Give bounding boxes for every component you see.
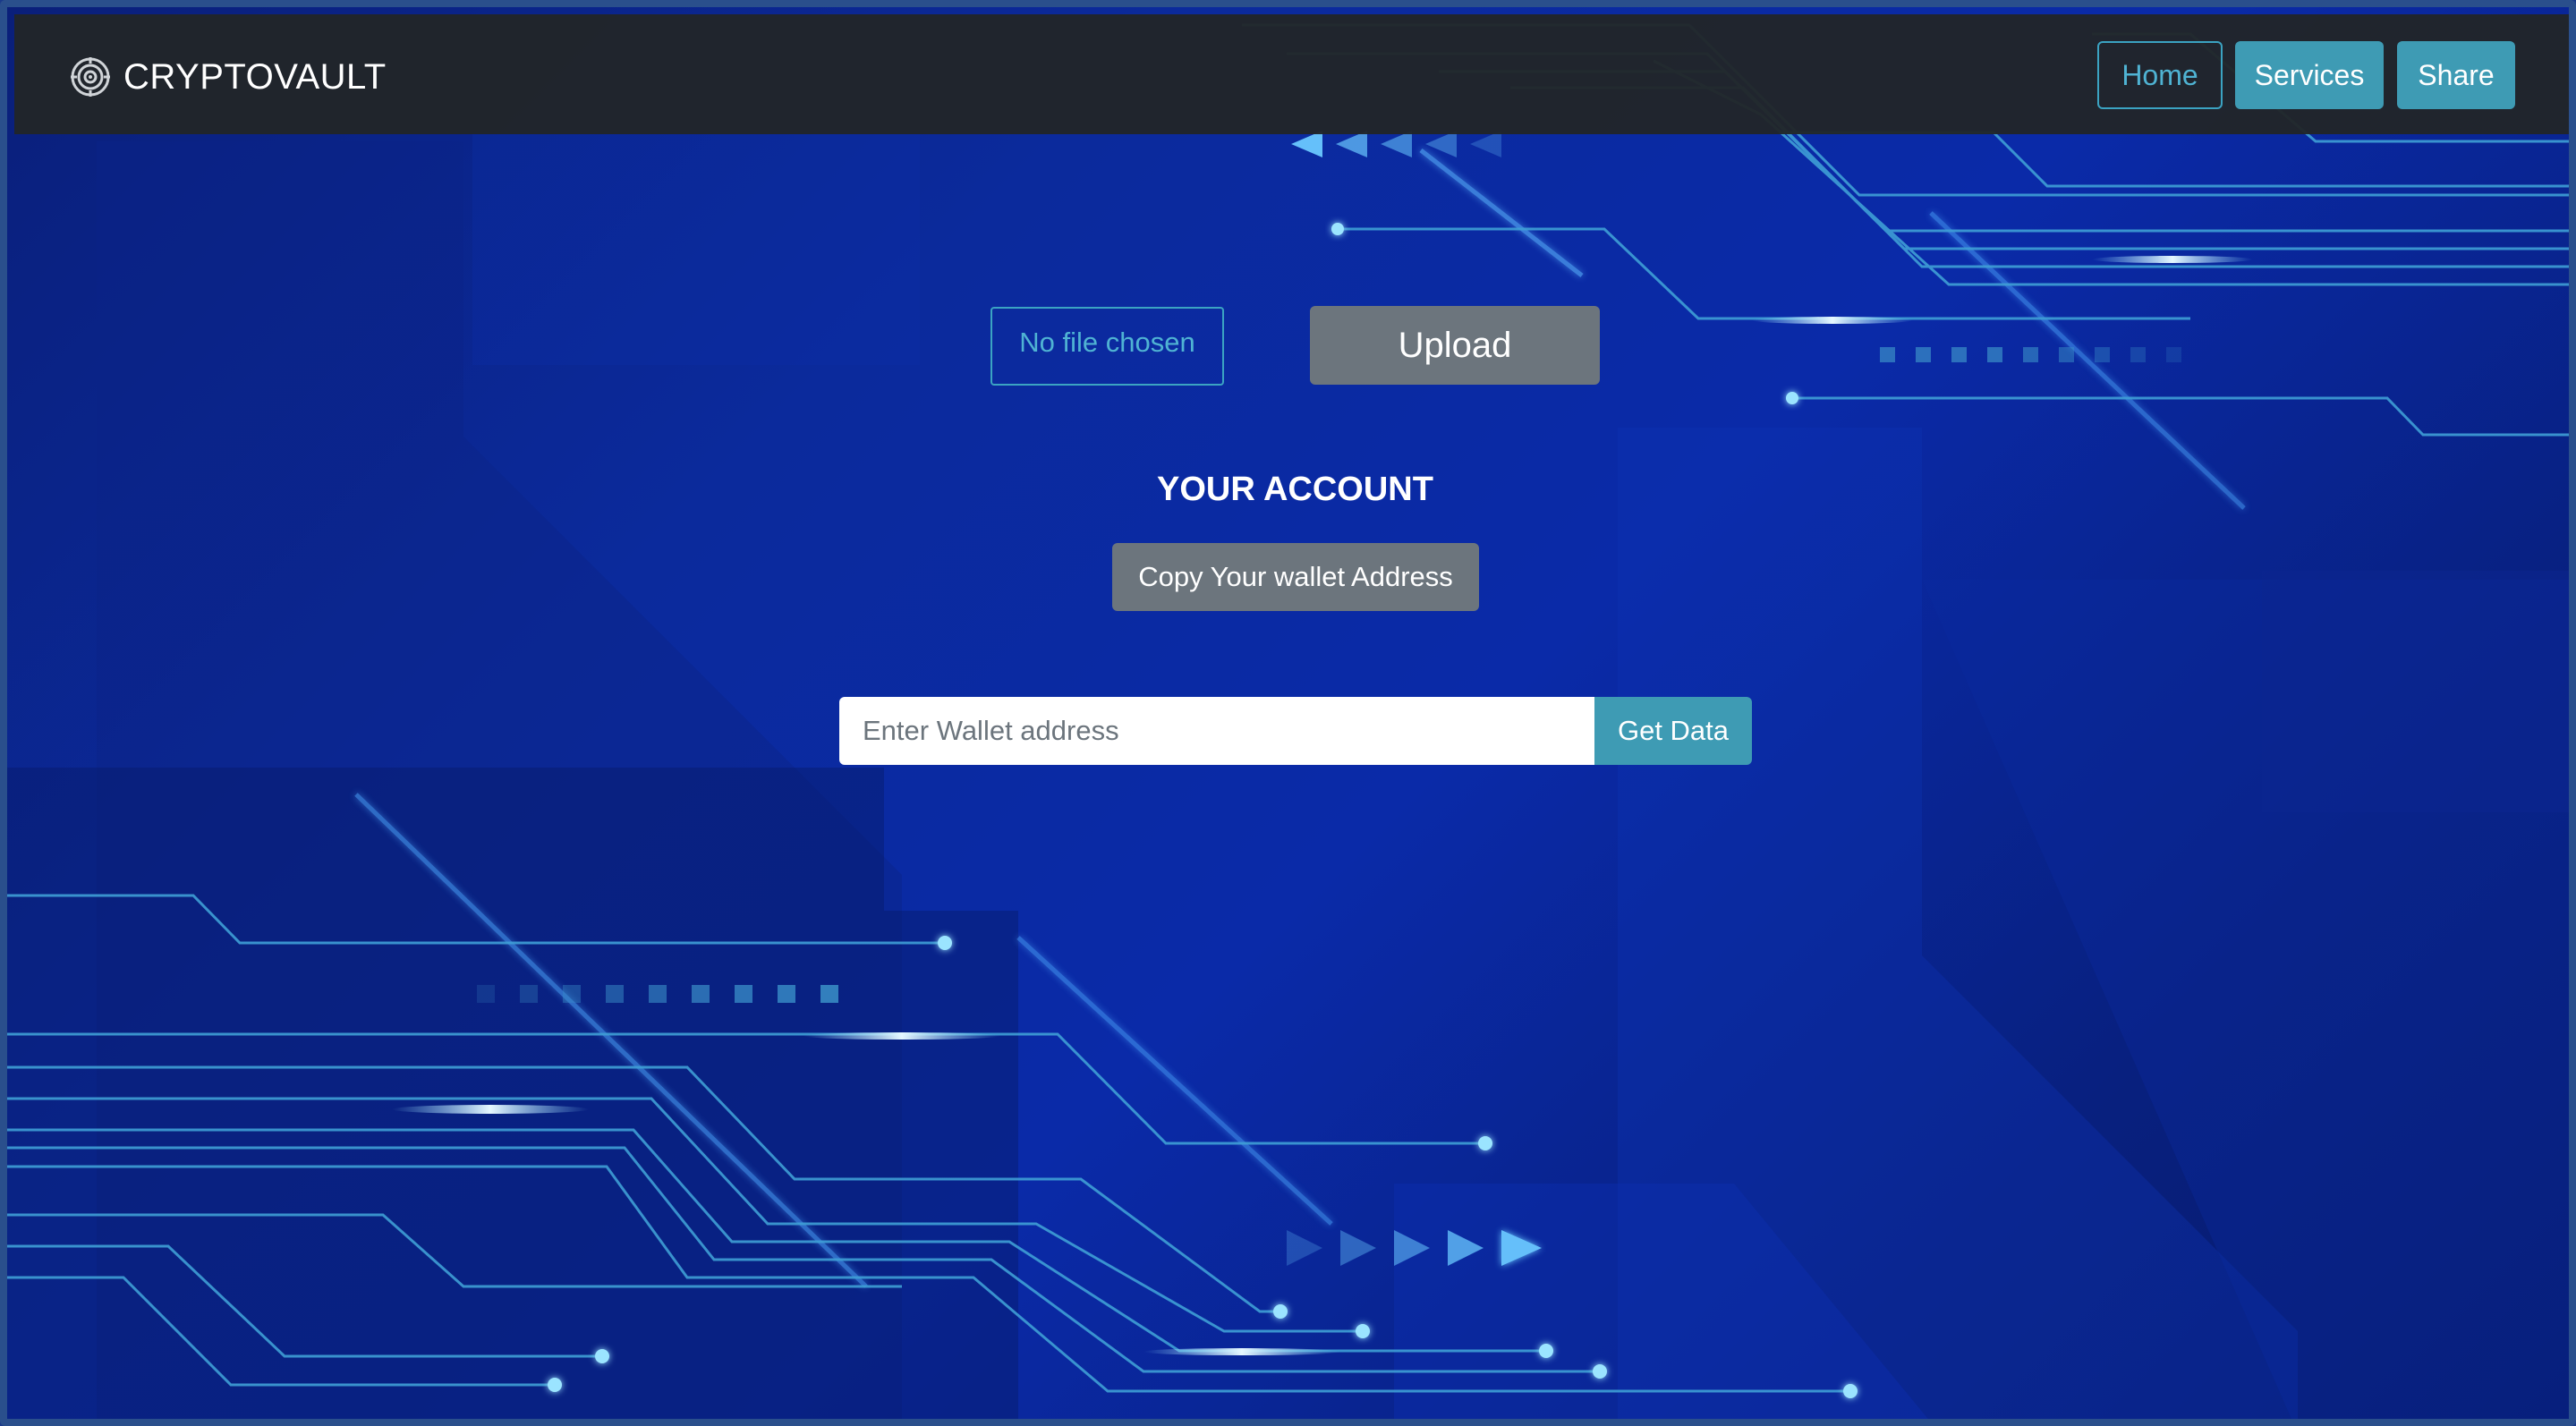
share-button[interactable]: Share: [2397, 41, 2515, 109]
copy-wallet-address-button[interactable]: Copy Your wallet Address: [1112, 543, 1479, 611]
wallet-address-input[interactable]: [839, 697, 1594, 765]
target-icon: [71, 57, 110, 97]
file-chooser[interactable]: No file chosen: [990, 307, 1224, 386]
account-heading: YOUR ACCOUNT: [1157, 471, 1433, 508]
home-button[interactable]: Home: [2097, 41, 2223, 109]
navbar: CRYPTOVAULT Home Services Share: [14, 14, 2569, 134]
services-button[interactable]: Services: [2235, 41, 2384, 109]
upload-button[interactable]: Upload: [1310, 306, 1600, 385]
brand-title: CRYPTOVAULT: [123, 56, 387, 97]
brand-link[interactable]: CRYPTOVAULT: [70, 50, 387, 104]
page-frame: CRYPTOVAULT Home Services Share No file …: [0, 0, 2576, 1426]
get-data-button[interactable]: Get Data: [1594, 697, 1752, 765]
